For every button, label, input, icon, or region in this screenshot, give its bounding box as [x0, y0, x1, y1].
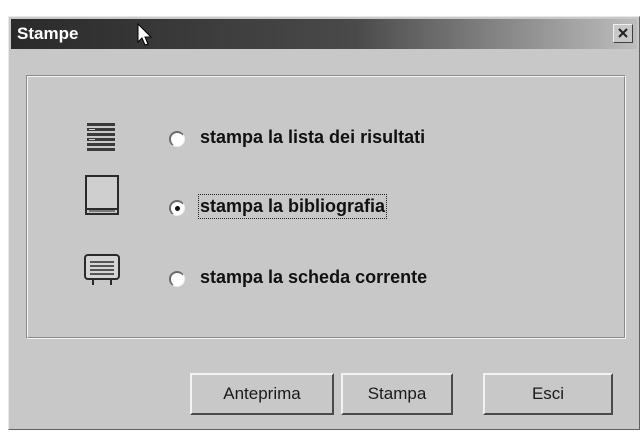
preview-button[interactable]: Anteprima	[190, 373, 334, 415]
radio-results-list[interactable]	[169, 131, 185, 147]
exit-button[interactable]: Esci	[483, 373, 613, 415]
mouse-cursor-icon	[137, 23, 153, 46]
option-label-results-list[interactable]: stampa la lista dei risultati	[200, 127, 425, 148]
print-button[interactable]: Stampa	[341, 373, 453, 415]
book-icon	[85, 175, 119, 215]
radio-bibliography[interactable]	[169, 200, 185, 216]
card-icon	[84, 254, 120, 285]
option-label-bibliography[interactable]: stampa la bibliografia	[197, 194, 388, 219]
window-title: Stampe	[17, 24, 79, 43]
radio-current-card[interactable]	[169, 271, 185, 287]
title-bar[interactable]: Stampe	[11, 19, 637, 49]
print-dialog: Stampe stampa la lista dei risultati sta…	[8, 16, 640, 430]
option-label-current-card[interactable]: stampa la scheda corrente	[200, 267, 427, 288]
close-button[interactable]	[613, 24, 633, 43]
close-icon	[618, 28, 628, 38]
list-icon	[87, 123, 115, 151]
